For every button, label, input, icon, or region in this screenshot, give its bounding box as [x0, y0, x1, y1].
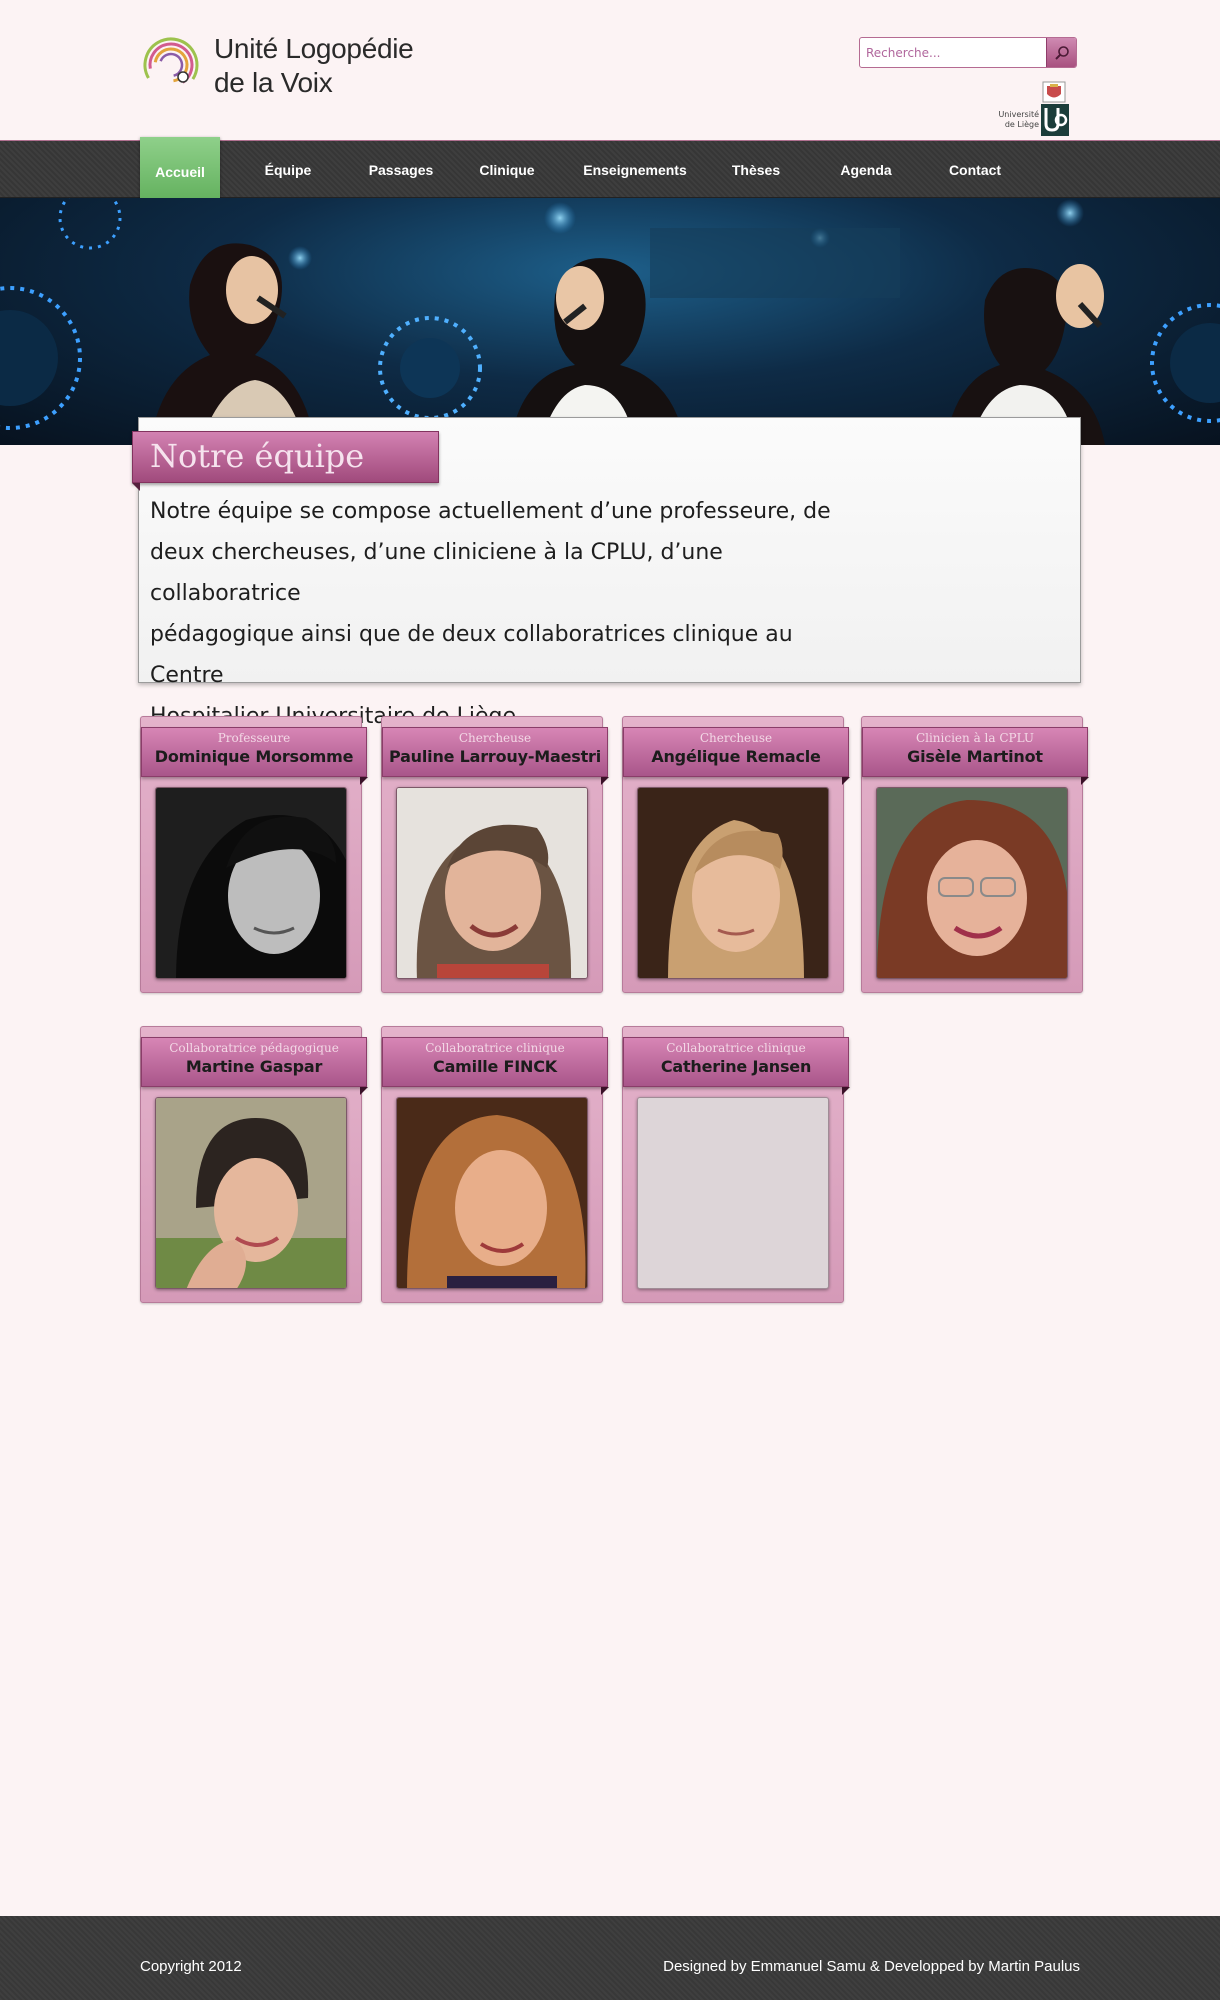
search-icon [1054, 45, 1069, 60]
site-title[interactable]: Unité Logopédie de la Voix [214, 32, 414, 100]
member-photo-placeholder[interactable] [637, 1097, 829, 1289]
concert-singers-illustration [0, 198, 1220, 445]
team-card-angelique-remacle[interactable]: Chercheuse Angélique Remacle [622, 716, 850, 993]
intro-line: Notre équipe se compose actuellement d’u… [150, 499, 831, 524]
intro-line: pédagogique ainsi que de deux collaborat… [150, 622, 793, 688]
search-input[interactable] [860, 38, 1042, 67]
team-card-gisele-martinot[interactable]: Clinicien à la CPLU Gisèle Martinot [861, 716, 1089, 993]
member-name[interactable]: Camille FINCK [383, 1056, 607, 1078]
copyright-text: Copyright 2012 [140, 1958, 242, 1975]
member-name[interactable]: Dominique Morsomme [142, 746, 366, 768]
team-card-catherine-jansen[interactable]: Collaboratrice clinique Catherine Jansen [622, 1026, 850, 1303]
member-name[interactable]: Pauline Larrouy-Maestri [383, 746, 607, 768]
member-photo[interactable] [637, 787, 829, 979]
site-footer: Copyright 2012 Designed by Emmanuel Samu… [0, 1916, 1220, 2000]
card-header: Collaboratrice pédagogique Martine Gaspa… [141, 1037, 367, 1087]
member-name[interactable]: Gisèle Martinot [863, 746, 1087, 768]
intro-line: deux chercheuses, d’une cliniciene à la … [150, 540, 723, 606]
main-nav: Accueil Équipe Passages Clinique Enseign… [0, 137, 1220, 207]
site-header: Unité Logopédie de la Voix Université de… [0, 0, 1220, 140]
member-photo[interactable] [155, 1097, 347, 1289]
team-card-pauline-larrouy-maestri[interactable]: Chercheuse Pauline Larrouy-Maestri [381, 716, 609, 993]
section-title: Notre équipe [132, 431, 439, 483]
team-card-martine-gaspar[interactable]: Collaboratrice pédagogique Martine Gaspa… [140, 1026, 368, 1303]
card-fold [360, 1087, 368, 1095]
ulg-caption-line1: Université [998, 110, 1039, 119]
search-box [859, 37, 1077, 68]
card-fold [601, 777, 609, 785]
card-fold [360, 777, 368, 785]
card-header: Professeure Dominique Morsomme [141, 727, 367, 777]
member-role: Collaboratrice clinique [425, 1041, 565, 1055]
hero-banner-image [0, 198, 1220, 445]
site-title-line2: de la Voix [214, 67, 333, 98]
card-fold [1081, 777, 1089, 785]
member-photo[interactable] [396, 1097, 588, 1289]
ribbon-fold [132, 483, 140, 491]
portrait-image [397, 788, 587, 978]
member-name[interactable]: Angélique Remacle [624, 746, 848, 768]
nav-item-equipe[interactable]: Équipe [248, 141, 328, 198]
member-name[interactable]: Martine Gaspar [142, 1056, 366, 1078]
member-role: Chercheuse [699, 731, 773, 745]
nav-item-agenda[interactable]: Agenda [826, 141, 906, 198]
nav-item-accueil[interactable]: Accueil [140, 137, 220, 207]
nav-item-contact[interactable]: Contact [935, 141, 1015, 198]
card-fold [601, 1087, 609, 1095]
credits-text: Designed by Emmanuel Samu & Developped b… [663, 1958, 1080, 1975]
member-name[interactable]: Catherine Jansen [624, 1056, 848, 1078]
site-title-line1: Unité Logopédie [214, 33, 414, 64]
card-header: Collaboratrice clinique Camille FINCK [382, 1037, 608, 1087]
team-card-camille-finck[interactable]: Collaboratrice clinique Camille FINCK [381, 1026, 609, 1303]
member-role: Professeure [217, 731, 291, 745]
nav-item-passages[interactable]: Passages [360, 141, 442, 198]
ulg-caption-line2: de Liège [1004, 120, 1039, 129]
card-header: Collaboratrice clinique Catherine Jansen [623, 1037, 849, 1087]
nav-item-enseignements[interactable]: Enseignements [581, 141, 689, 198]
card-fold [842, 777, 850, 785]
member-role: Chercheuse [458, 731, 532, 745]
card-header: Chercheuse Angélique Remacle [623, 727, 849, 777]
member-role: Collaboratrice clinique [666, 1041, 806, 1055]
member-role: Collaboratrice pédagogique [169, 1041, 339, 1055]
member-photo[interactable] [155, 787, 347, 979]
intro-paragraph: Notre équipe se compose actuellement d’u… [150, 491, 850, 737]
portrait-image [397, 1098, 587, 1288]
portrait-image [877, 788, 1067, 978]
ulg-caption: Université de Liège [993, 110, 1039, 130]
portrait-image [638, 788, 828, 978]
member-role: Clinicien à la CPLU [915, 731, 1035, 745]
nav-item-clinique[interactable]: Clinique [467, 141, 547, 198]
card-fold [842, 1087, 850, 1095]
site-logo-icon[interactable] [140, 34, 202, 96]
university-logo[interactable]: Université de Liège [993, 80, 1071, 138]
portrait-image [156, 1098, 346, 1288]
portrait-image [156, 788, 346, 978]
nav-item-theses[interactable]: Thèses [716, 141, 796, 198]
member-photo[interactable] [396, 787, 588, 979]
member-photo[interactable] [876, 787, 1068, 979]
search-button[interactable] [1046, 38, 1076, 67]
team-card-dominique-morsomme[interactable]: Professeure Dominique Morsomme [140, 716, 368, 993]
card-header: Clinicien à la CPLU Gisèle Martinot [862, 727, 1088, 777]
card-header: Chercheuse Pauline Larrouy-Maestri [382, 727, 608, 777]
